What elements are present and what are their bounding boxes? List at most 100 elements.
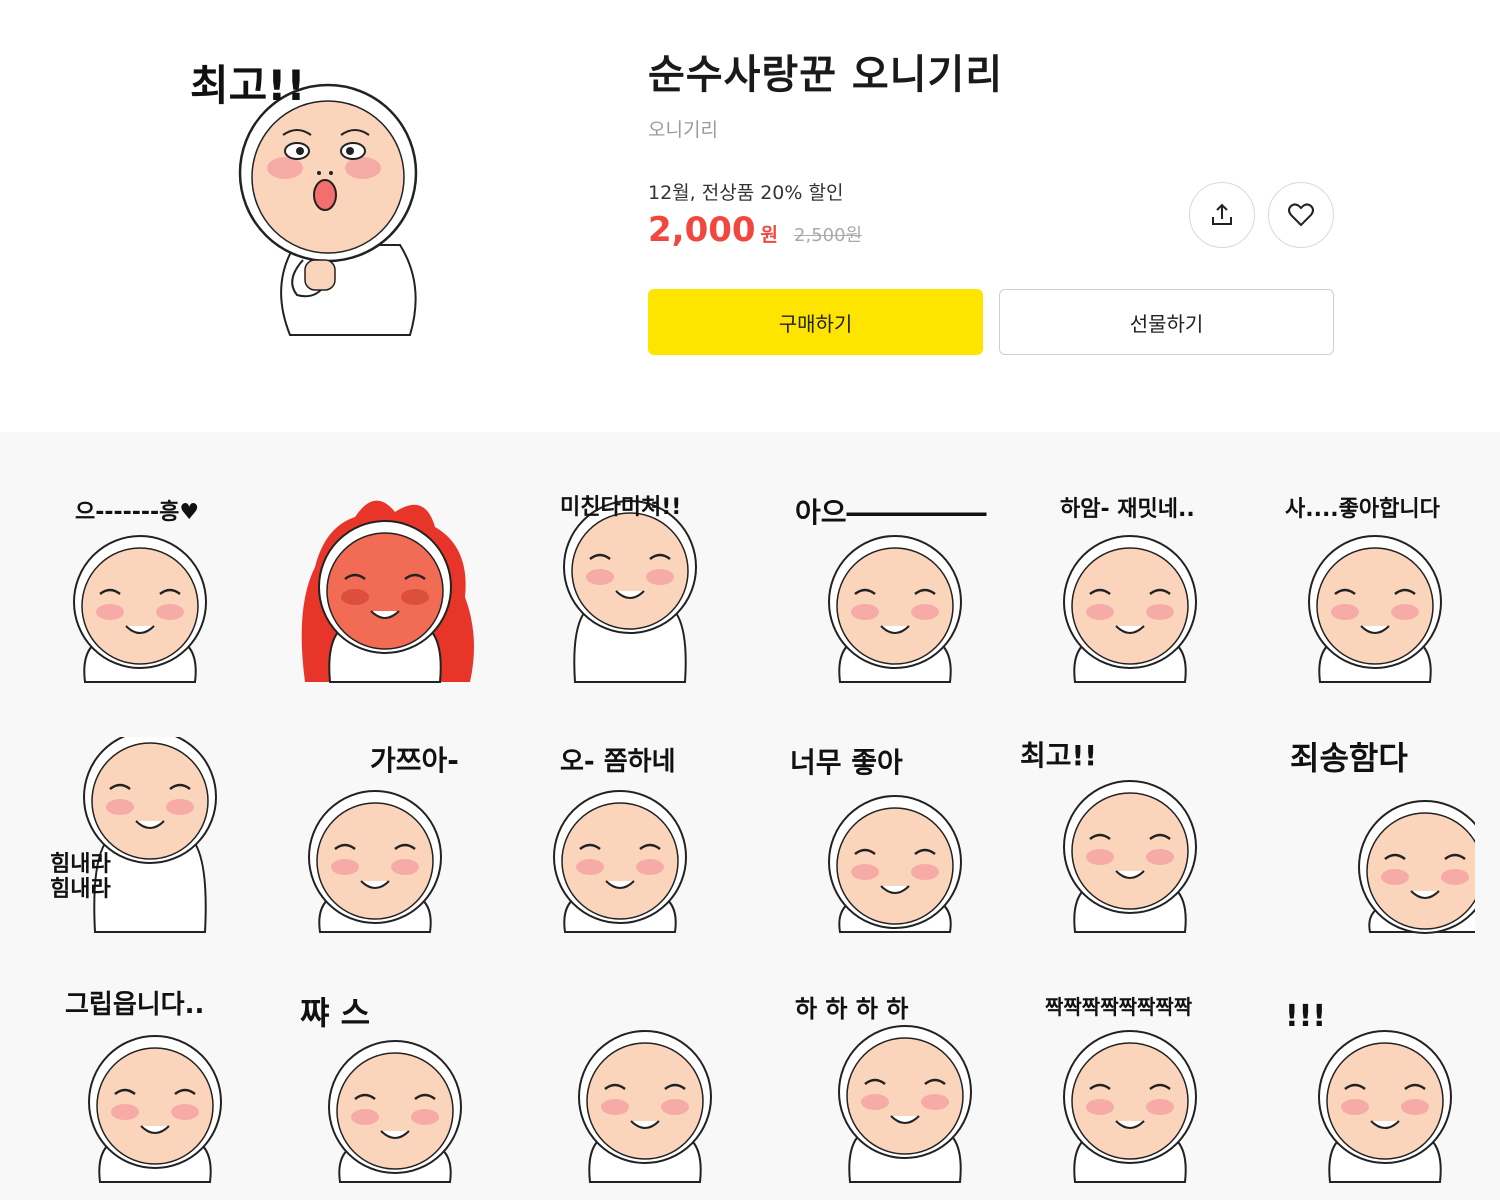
sticker-cheek (911, 604, 939, 620)
sticker-cheek (1146, 1099, 1174, 1115)
sticker-item[interactable]: 너무 좋아 (775, 737, 985, 937)
sticker-item[interactable]: 미친다미쳐!! (530, 487, 740, 687)
price-row: 2,000 원 2,500원 (648, 210, 862, 250)
sticker-item[interactable] (285, 487, 495, 687)
sticker-face (846, 1037, 964, 1155)
product-title: 순수사랑꾼 오니기리 (648, 52, 1004, 98)
promo-text: 12월, 전상품 20% 할인 (648, 182, 844, 204)
sticker-cheek (156, 604, 184, 620)
sticker-item[interactable]: 죄송함다 (1265, 737, 1475, 937)
sticker-item[interactable]: 그립읍니다.. (40, 987, 250, 1187)
sticker-item[interactable]: 아으――――― (775, 487, 987, 687)
sticker-item[interactable] (530, 987, 740, 1187)
sticker-cheek (1391, 604, 1419, 620)
sticker-face (561, 802, 679, 920)
sticker-item[interactable]: 짝짝짝짝짝짝짝짝 (1020, 987, 1230, 1187)
sticker-face (1316, 547, 1434, 665)
sticker-cheek (351, 1109, 379, 1125)
sticker-caption: 죄송함다 (1290, 739, 1408, 777)
sticker-cheek (586, 569, 614, 585)
sticker-cheek (111, 1104, 139, 1120)
sticker-face (586, 1042, 704, 1160)
sticker-cheek (911, 864, 939, 880)
sticker-cheek (1086, 849, 1114, 865)
sticker-item[interactable]: 가쯔아- (285, 737, 495, 937)
share-icon (1212, 203, 1232, 225)
sticker-caption: 오- 쫌하네 (560, 747, 676, 777)
sticker-face (1071, 1042, 1189, 1160)
sticker-item[interactable]: 으-------흥♥ (40, 487, 250, 687)
share-button[interactable] (1189, 182, 1255, 248)
sticker-cheek (391, 859, 419, 875)
sticker-face (326, 532, 444, 650)
sticker-cheek (1341, 1099, 1369, 1115)
hero-sticker-image: 최고!! (185, 55, 435, 340)
sticker-face (571, 512, 689, 630)
sticker-face (336, 1052, 454, 1170)
heart-icon (1288, 203, 1314, 227)
sticker-face (91, 742, 209, 860)
sticker-cheek (601, 1099, 629, 1115)
sale-price: 2,000 (648, 210, 756, 250)
sticker-caption: 쨔 스 (300, 994, 371, 1032)
sticker-cheek (166, 799, 194, 815)
sticker-item[interactable]: 쨔 스 (285, 987, 495, 1187)
sticker-cheek (1146, 849, 1174, 865)
sticker-item[interactable]: 하암- 재밋네.. (1020, 487, 1230, 687)
sticker-face (836, 547, 954, 665)
sticker-item[interactable]: 최고!! (1020, 737, 1230, 937)
currency-label: 원 (760, 224, 779, 246)
sticker-cheek (1381, 869, 1409, 885)
sticker-cheek (1441, 869, 1469, 885)
sticker-cheek (1401, 1099, 1429, 1115)
sticker-caption: 너무 좋아 (790, 746, 903, 779)
sticker-cheek (106, 799, 134, 815)
sticker-face (81, 547, 199, 665)
like-button[interactable] (1268, 182, 1334, 248)
sticker-item[interactable]: 힘내라 힘내라 (40, 737, 250, 937)
sticker-cheek (96, 604, 124, 620)
sticker-cheek (1086, 604, 1114, 620)
sticker-item[interactable]: !!! (1265, 987, 1475, 1187)
sticker-caption: 짝짝짝짝짝짝짝짝 (1045, 995, 1193, 1019)
sticker-face (1071, 792, 1189, 910)
sticker-cheek (646, 569, 674, 585)
sticker-cheek (411, 1109, 439, 1125)
sticker-illustration (301, 500, 474, 683)
sticker-cheek (171, 1104, 199, 1120)
sticker-caption: 하 하 하 하 (795, 995, 909, 1023)
sticker-caption: 하암- 재밋네.. (1060, 497, 1195, 522)
product-header: 최고!! 순수사랑꾼 오니기리 오니기리 12월, 전상품 20% 할인 2,0… (0, 0, 1500, 432)
sticker-cheek (636, 859, 664, 875)
sticker-cheek (861, 1094, 889, 1110)
sticker-cheek (576, 859, 604, 875)
sticker-caption: 으-------흥♥ (75, 500, 200, 525)
sticker-face (96, 1047, 214, 1165)
sticker-face (316, 802, 434, 920)
gift-button[interactable]: 선물하기 (999, 289, 1334, 355)
buy-button[interactable]: 구매하기 (648, 289, 983, 355)
sticker-cheek (1146, 604, 1174, 620)
original-price: 2,500원 (794, 225, 863, 246)
sticker-caption: 그립읍니다.. (65, 990, 205, 1020)
sticker-item[interactable]: 하 하 하 하 (775, 987, 985, 1187)
product-author[interactable]: 오니기리 (648, 115, 718, 142)
sticker-cheek (661, 1099, 689, 1115)
sticker-item[interactable]: 사....좋아합니다 (1265, 487, 1475, 687)
sticker-cheek (341, 589, 369, 605)
sticker-caption: 최고!! (1020, 739, 1098, 772)
sticker-caption: 사....좋아합니다 (1285, 497, 1440, 522)
sticker-face (1071, 547, 1189, 665)
sticker-caption: 아으――――― (795, 496, 987, 529)
sticker-caption: 힘내라 힘내라 (50, 852, 111, 903)
sticker-illustration (578, 1030, 712, 1183)
sticker-cheek (1331, 604, 1359, 620)
sticker-item[interactable]: 오- 쫌하네 (530, 737, 740, 937)
sticker-caption: !!! (1285, 999, 1327, 1034)
sticker-face (1326, 1042, 1444, 1160)
sticker-cheek (851, 864, 879, 880)
sticker-cheek (331, 859, 359, 875)
sticker-face (836, 807, 954, 925)
sticker-caption: 미친다미쳐!! (560, 495, 682, 520)
sticker-gallery: 으-------흥♥ 미친다미쳐!! 아으――――― 하암- 재밋네.. 사....좋아… (0, 432, 1500, 1200)
